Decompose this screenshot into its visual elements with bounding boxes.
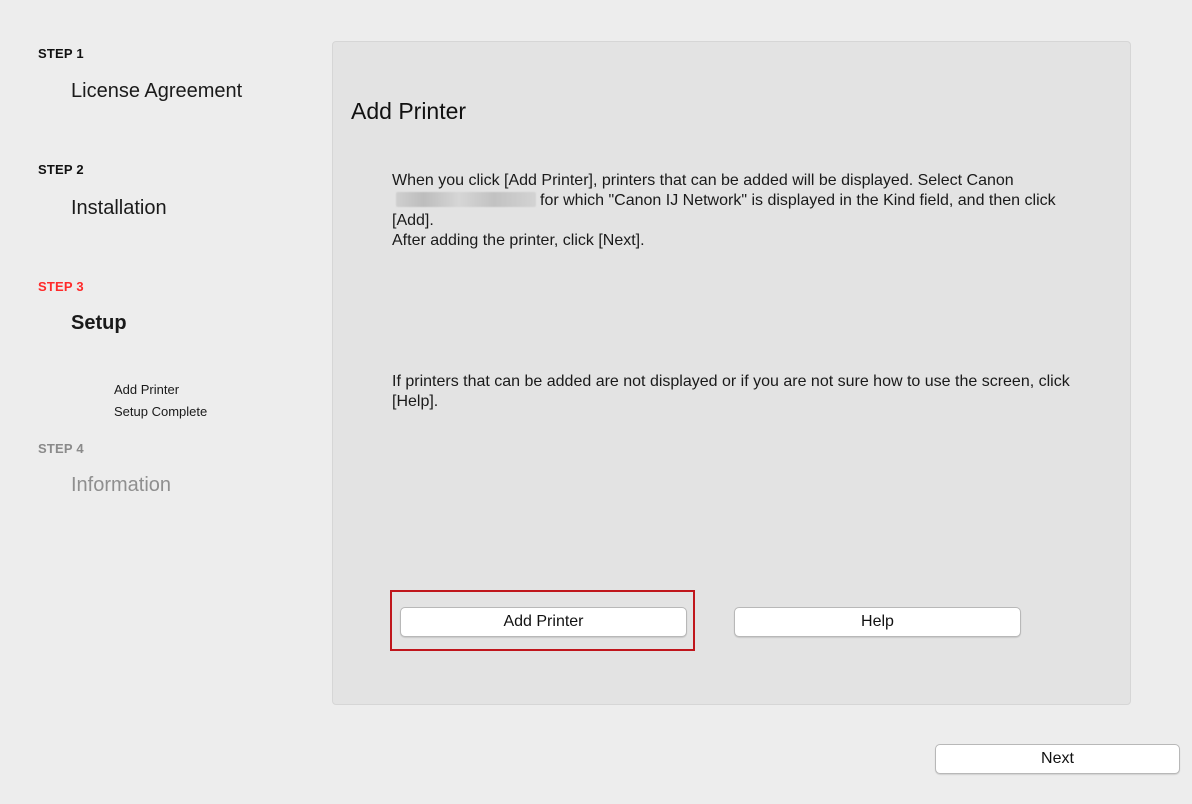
- page-title: Add Printer: [351, 98, 467, 124]
- step3-label: STEP 3: [38, 279, 84, 294]
- step1-label: STEP 1: [38, 46, 84, 61]
- redacted-model-name: [396, 192, 536, 207]
- add-printer-button[interactable]: Add Printer: [400, 607, 687, 637]
- next-button[interactable]: Next: [935, 744, 1180, 774]
- help-button[interactable]: Help: [734, 607, 1021, 637]
- content-panel: Add Printer When you click [Add Printer]…: [332, 41, 1131, 705]
- step3-title: Setup: [71, 312, 127, 334]
- step2-label: STEP 2: [38, 162, 84, 177]
- steps-sidebar: STEP 1 License Agreement STEP 2 Installa…: [0, 0, 320, 804]
- instructions-paragraph: When you click [Add Printer], printers t…: [392, 171, 1092, 251]
- substep-setup-complete: Setup Complete: [114, 404, 208, 419]
- help-paragraph: If printers that can be added are not di…: [392, 373, 1070, 410]
- step4-title: Information: [71, 474, 172, 496]
- step1-title: License Agreement: [71, 80, 243, 102]
- instructions-text-line4: After adding the printer, click [Next].: [392, 232, 645, 249]
- installer-window: STEP 1 License Agreement STEP 2 Installa…: [0, 0, 1192, 804]
- substep-add-printer: Add Printer: [114, 382, 180, 397]
- step4-label: STEP 4: [38, 441, 84, 456]
- instructions-text-part1: When you click [Add Printer], printers t…: [392, 172, 1014, 189]
- step2-title: Installation: [71, 197, 167, 219]
